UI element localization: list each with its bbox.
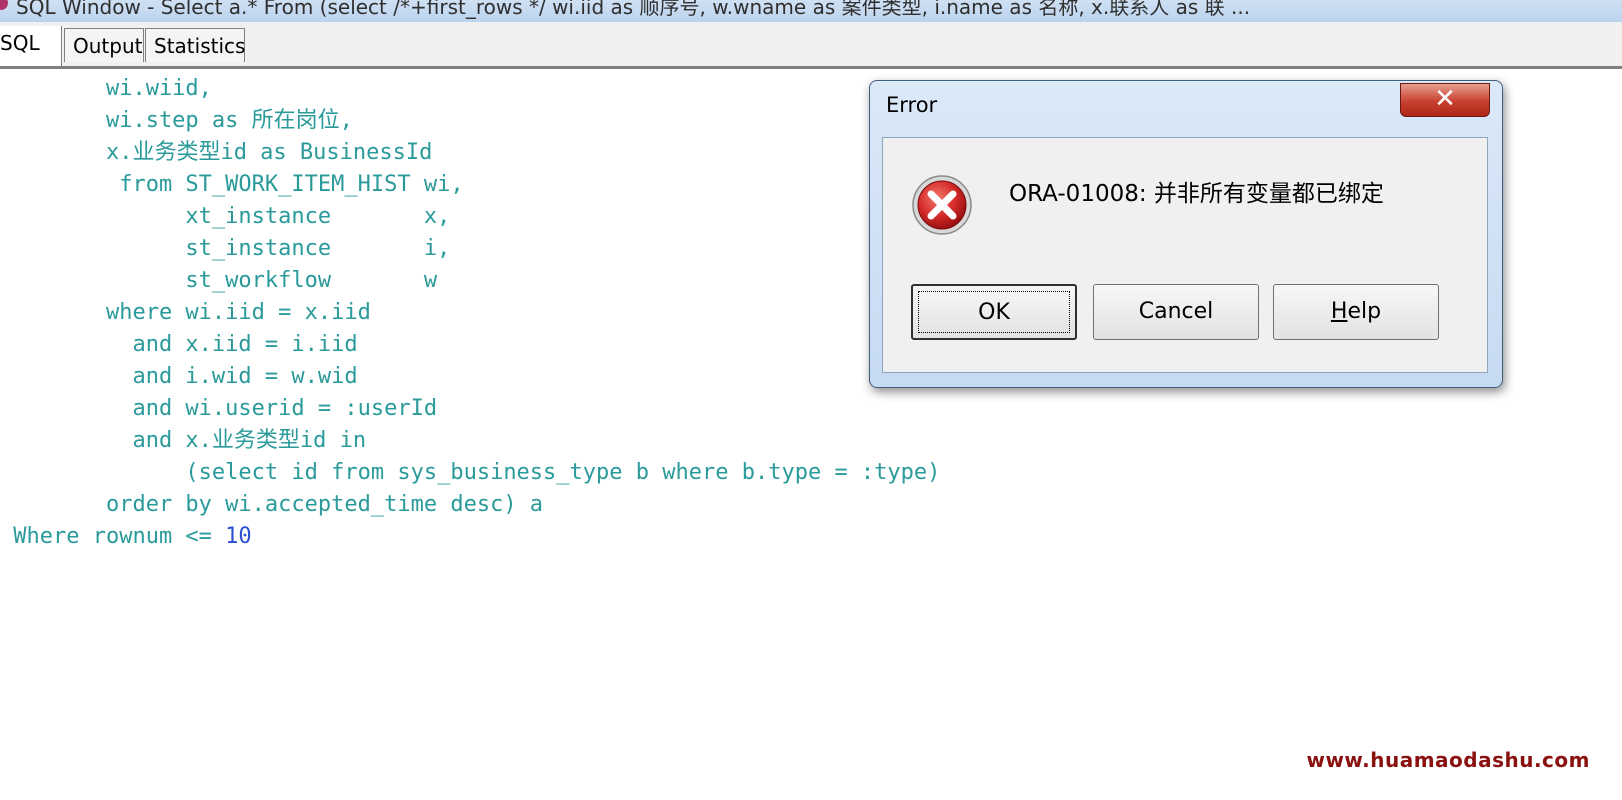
tab-statistics-label: Statistics (154, 34, 246, 58)
code-text: Where rownum <= (0, 524, 226, 549)
focus-rect (918, 291, 1070, 333)
code-line: st_instance i, (0, 236, 451, 261)
tab-output-label: Output (73, 34, 143, 58)
window-title: SQL Window - Select a.* From (select /*+… (16, 0, 1251, 19)
code-line: xt_instance x, (0, 204, 451, 229)
code-line: where wi.iid = x.iid (0, 300, 371, 325)
window-title-bar: SQL Window - Select a.* From (select /*+… (0, 0, 1622, 22)
error-icon (912, 175, 972, 235)
tab-statistics[interactable]: Statistics (145, 28, 245, 62)
help-button[interactable]: Help (1273, 284, 1439, 340)
dialog-close-button[interactable]: ✕ (1400, 83, 1490, 117)
watermark: www.huamaodashu.com (1306, 748, 1590, 772)
code-line: (select id from sys_business_type b wher… (0, 460, 941, 485)
code-line: and x.业务类型id in (0, 428, 367, 453)
code-line-last: Where rownum <= 10 (0, 521, 252, 553)
code-line: from ST_WORK_ITEM_HIST wi, (0, 172, 464, 197)
tab-bar: SQL Output Statistics (0, 22, 1622, 69)
dialog-title: Error (886, 93, 938, 117)
code-line: wi.step as 所在岗位, (0, 108, 353, 133)
help-button-label: elp (1347, 299, 1382, 324)
code-line: st_workflow w (0, 268, 438, 293)
cancel-button[interactable]: Cancel (1093, 284, 1259, 340)
number-literal: 10 (225, 524, 252, 549)
code-line: order by wi.accepted_time desc) a (0, 492, 544, 517)
error-dialog: Error ✕ ORA-01008: 并非所有变量都已绑定 OK Cancel (869, 80, 1503, 388)
ok-button[interactable]: OK (911, 284, 1077, 340)
code-line: and x.iid = i.iid (0, 332, 358, 357)
code-line: wi.wiid, (0, 76, 212, 101)
tab-output[interactable]: Output (64, 28, 144, 62)
code-line: and i.wid = w.wid (0, 364, 358, 389)
code-line: and wi.userid = :userId (0, 396, 438, 421)
help-accelerator: H (1330, 299, 1348, 324)
tab-sql[interactable]: SQL (0, 26, 62, 66)
close-icon: ✕ (1434, 84, 1456, 114)
cancel-button-label: Cancel (1138, 299, 1214, 324)
tab-sql-label: SQL (0, 31, 40, 55)
app-icon (0, 0, 8, 10)
code-line: x.业务类型id as BusinessId (0, 140, 433, 165)
dialog-body: ORA-01008: 并非所有变量都已绑定 OK Cancel Help (882, 137, 1488, 373)
error-message: ORA-01008: 并非所有变量都已绑定 (1009, 181, 1384, 207)
